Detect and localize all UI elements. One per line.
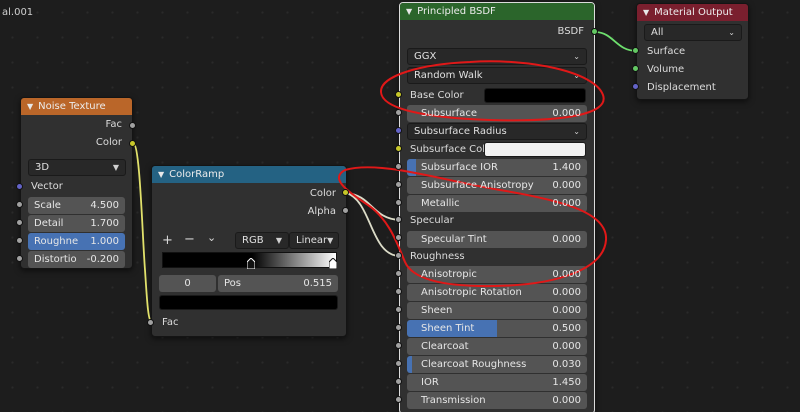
noise-roughness-value: 1.000 bbox=[90, 236, 119, 247]
ramp-pos-value: 0.515 bbox=[303, 278, 332, 289]
bsdf-clearcoat-label: Clearcoat bbox=[421, 341, 469, 352]
noise-distortion-value: -0.200 bbox=[86, 254, 119, 265]
bsdf-subsurface-color-socket[interactable] bbox=[395, 145, 402, 152]
bsdf-specular-tint-socket[interactable] bbox=[395, 234, 402, 241]
bsdf-sheen-tint-value: 0.500 bbox=[552, 323, 581, 334]
noise-detail-value: 1.700 bbox=[90, 218, 119, 229]
noise-detail-input-socket[interactable] bbox=[16, 219, 23, 226]
bsdf-transmission-label: Transmission bbox=[421, 395, 486, 406]
bsdf-subsurface-anisotropy-value: 0.000 bbox=[552, 180, 581, 191]
bsdf-sheen-label: Sheen bbox=[421, 305, 453, 316]
bsdf-subsurface-value: 0.000 bbox=[552, 108, 581, 119]
bsdf-metallic-socket[interactable] bbox=[395, 199, 402, 206]
noise-distortion-input-socket[interactable] bbox=[16, 255, 23, 262]
noise-fac-output-socket[interactable] bbox=[129, 122, 136, 129]
bsdf-specular-tint-label: Specular Tint bbox=[421, 234, 487, 245]
ramp-pos-label: Pos bbox=[224, 278, 242, 289]
bsdf-clearcoat-socket[interactable] bbox=[395, 342, 402, 349]
noise-distortion-label: Distortio bbox=[34, 254, 77, 265]
bsdf-clearcoat-roughness-socket[interactable] bbox=[395, 360, 402, 367]
bsdf-clearcoat-roughness-label: Clearcoat Roughness bbox=[421, 359, 527, 370]
bsdf-anisotropic-rotation-label: Anisotropic Rotation bbox=[421, 287, 522, 298]
bsdf-anisotropic-label: Anisotropic bbox=[421, 269, 477, 280]
bsdf-roughness-socket[interactable] bbox=[395, 252, 402, 259]
node-links-layer bbox=[132, 31, 638, 324]
bsdf-output-socket[interactable] bbox=[591, 28, 598, 35]
ramp-fac-input-socket[interactable] bbox=[147, 319, 154, 326]
link-ramp-color-to-roughness[interactable] bbox=[345, 192, 401, 257]
bsdf-anisotropic-socket[interactable] bbox=[395, 270, 402, 277]
bsdf-anisotropic-rotation-value: 0.000 bbox=[552, 287, 581, 298]
bsdf-sheen-value: 0.000 bbox=[552, 305, 581, 316]
bsdf-anisotropic-value: 0.000 bbox=[552, 269, 581, 280]
bsdf-clearcoat-roughness-value: 0.030 bbox=[552, 359, 581, 370]
bsdf-specular-socket[interactable] bbox=[395, 216, 402, 223]
bsdf-transmission-value: 0.000 bbox=[552, 395, 581, 406]
output-volume-socket[interactable] bbox=[632, 65, 639, 72]
bsdf-specular-tint-value: 0.000 bbox=[552, 234, 581, 245]
bsdf-subsurface-socket[interactable] bbox=[395, 109, 402, 116]
bsdf-sheen-tint-socket[interactable] bbox=[395, 324, 402, 331]
noise-scale-input-socket[interactable] bbox=[16, 201, 23, 208]
bsdf-subsurface-ior-socket[interactable] bbox=[395, 163, 402, 170]
noise-scale-label: Scale bbox=[34, 200, 61, 211]
ramp-color-output-socket[interactable] bbox=[342, 189, 349, 196]
link-bsdf-to-surface[interactable] bbox=[595, 31, 638, 52]
bsdf-ior-socket[interactable] bbox=[395, 378, 402, 385]
bsdf-anisotropic-rotation-socket[interactable] bbox=[395, 288, 402, 295]
link-noise-color-to-ramp-fac[interactable] bbox=[132, 142, 153, 324]
ramp-alpha-output-socket[interactable] bbox=[342, 207, 349, 214]
bsdf-clearcoat-value: 0.000 bbox=[552, 341, 581, 352]
bsdf-sheen-tint-label: Sheen Tint bbox=[421, 323, 475, 334]
bsdf-subsurface-label: Subsurface bbox=[421, 108, 477, 119]
bsdf-subsurface-radius-socket[interactable] bbox=[395, 127, 402, 134]
output-surface-socket[interactable] bbox=[632, 47, 639, 54]
noise-detail-label: Detail bbox=[34, 218, 64, 229]
noise-vector-input-socket[interactable] bbox=[16, 183, 23, 190]
noise-roughness-input-socket[interactable] bbox=[16, 237, 23, 244]
bsdf-ior-label: IOR bbox=[421, 377, 439, 388]
bsdf-sheen-socket[interactable] bbox=[395, 306, 402, 313]
bsdf-transmission-socket[interactable] bbox=[395, 396, 402, 403]
bsdf-base-color-socket[interactable] bbox=[395, 91, 402, 98]
bsdf-metallic-value: 0.000 bbox=[552, 198, 581, 209]
ramp-stop-index-value: 0 bbox=[184, 278, 191, 289]
noise-color-output-socket[interactable] bbox=[129, 140, 136, 147]
bsdf-subsurface-ior-value: 1.400 bbox=[552, 162, 581, 173]
noise-scale-value: 4.500 bbox=[90, 200, 119, 211]
noise-roughness-label: Roughne bbox=[34, 236, 79, 247]
bsdf-ior-value: 1.450 bbox=[552, 377, 581, 388]
bsdf-metallic-label: Metallic bbox=[421, 198, 460, 209]
bsdf-subsurface-ior-label: Subsurface IOR bbox=[421, 162, 498, 173]
bsdf-subsurface-anisotropy-label: Subsurface Anisotropy bbox=[421, 180, 534, 191]
output-displacement-socket[interactable] bbox=[632, 83, 639, 90]
bsdf-subsurface-anisotropy-socket[interactable] bbox=[395, 181, 402, 188]
